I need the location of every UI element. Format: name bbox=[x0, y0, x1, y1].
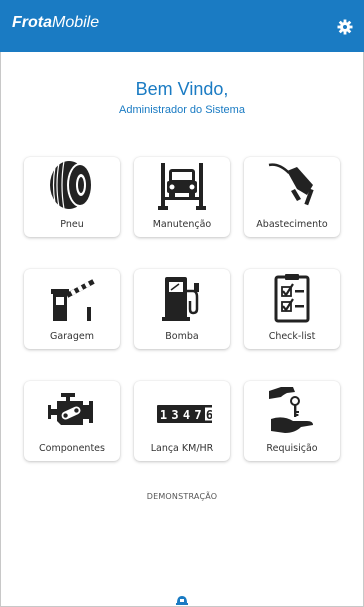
tire-icon bbox=[50, 160, 93, 210]
odometer-icon: 13476 bbox=[157, 405, 212, 423]
menu-tile-label: Bomba bbox=[165, 331, 199, 342]
app-brand: FrotaMobile bbox=[12, 14, 99, 32]
hand-key-icon bbox=[269, 387, 313, 433]
odometer-digit: 7 bbox=[194, 408, 201, 422]
menu-tile-check-list[interactable]: Check-list bbox=[244, 269, 340, 349]
menu-tile-label: Check-list bbox=[268, 331, 316, 342]
menu-tile-label: Requisição bbox=[266, 443, 318, 454]
menu-tile-pneu[interactable]: Pneu bbox=[24, 157, 120, 237]
odometer-digit: 3 bbox=[171, 408, 178, 422]
menu-tile-label: Componentes bbox=[39, 443, 105, 454]
brand-light: Mobile bbox=[52, 14, 100, 31]
menu-tile-bomba[interactable]: Bomba bbox=[134, 269, 230, 349]
menu-tile-requisicao[interactable]: Requisição bbox=[244, 381, 340, 461]
menu-tile-lanca-km-hr[interactable]: 13476 Lança KM/HR bbox=[134, 381, 230, 461]
odometer-digit: 4 bbox=[183, 408, 190, 422]
home-icon[interactable] bbox=[175, 593, 189, 607]
fuel-nozzle-icon bbox=[268, 163, 314, 206]
menu-tile-label: Pneu bbox=[60, 219, 84, 230]
menu-tile-label: Garagem bbox=[49, 331, 95, 342]
menu-tile-label: Lança KM/HR bbox=[150, 443, 214, 454]
menu-tile-label: Abastecimento bbox=[256, 219, 328, 230]
demo-label: DEMONSTRAÇÃO bbox=[146, 492, 218, 501]
menu-tile-garagem[interactable]: Garagem bbox=[24, 269, 120, 349]
car-lift-icon bbox=[158, 163, 206, 210]
menu-tile-componentes[interactable]: Componentes bbox=[24, 381, 120, 461]
welcome-title: Bem Vindo, bbox=[135, 79, 229, 99]
brand-bold: Frota bbox=[12, 14, 52, 31]
app-bar: FrotaMobile bbox=[0, 0, 364, 52]
odometer-digit: 6 bbox=[206, 408, 212, 422]
menu-tile-label: Manutenção bbox=[152, 219, 212, 230]
garage-barrier-icon bbox=[51, 279, 95, 321]
fuel-pump-icon bbox=[162, 277, 199, 321]
menu-tile-manutencao[interactable]: Manutenção bbox=[134, 157, 230, 237]
welcome-subtitle: Administrador do Sistema bbox=[119, 104, 245, 116]
engine-icon bbox=[48, 393, 93, 425]
menu-tile-abastecimento[interactable]: Abastecimento bbox=[244, 157, 340, 237]
odometer-digit: 1 bbox=[160, 408, 167, 422]
settings-gear-icon[interactable] bbox=[337, 19, 353, 35]
checklist-icon bbox=[274, 274, 310, 323]
